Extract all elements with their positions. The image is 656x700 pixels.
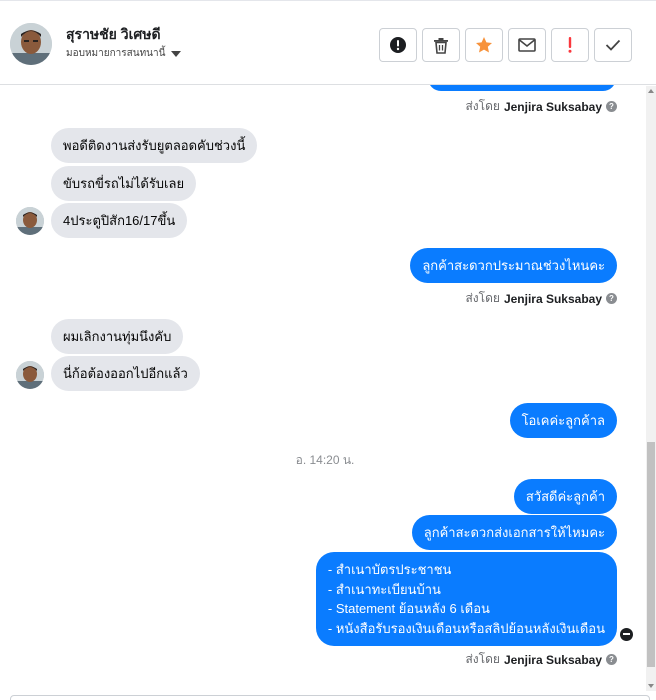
list-item: - Statement ย้อนหลัง 6 เดือน (327, 601, 490, 616)
star-icon (476, 37, 492, 53)
incoming-message: ขับรถขี่รถไม่ได้รับเลย (51, 166, 197, 201)
sent-by-label: ส่งโดย Jenjira Suksabay ? (465, 289, 617, 308)
contact-avatar-small (16, 361, 44, 389)
assign-label: มอบหมายการสนทนานี้ (66, 48, 166, 59)
mark-unread-button[interactable] (508, 28, 546, 62)
mark-done-button[interactable] (594, 28, 632, 62)
avatar-image (10, 23, 52, 65)
sent-by-prefix: ส่งโดย (465, 291, 500, 305)
scrollbar[interactable] (646, 86, 656, 691)
list-item: - สำเนาบัตรประชาชน (327, 562, 452, 577)
sent-by-prefix: ส่งโดย (465, 99, 500, 113)
caret-down-icon (171, 50, 182, 57)
list-item: - สำเนาทะเบียนบ้าน (327, 581, 441, 597)
contact-avatar-small (16, 207, 44, 235)
outgoing-message: สวัสดีค่ะลูกค้า (513, 479, 617, 514)
avatar-image (16, 361, 44, 389)
assign-conversation-dropdown[interactable]: มอบหมายการสนทนานี้ (66, 46, 182, 61)
outgoing-message-list: - สำเนาบัตรประชาชน - สำเนาทะเบียนบ้าน - … (315, 552, 617, 646)
help-icon[interactable]: ? (606, 654, 617, 665)
envelope-icon (518, 38, 536, 52)
sent-by-prefix: ส่งโดย (465, 652, 500, 666)
exclamation-circle-icon (390, 37, 406, 53)
message-thread[interactable]: ส่งโดย Jenjira Suksabay ? พอดีติดงานส่งร… (0, 85, 645, 695)
sent-by-label: ส่งโดย Jenjira Suksabay ? (465, 650, 617, 669)
incoming-message: ผมเลิกงานทุ่มนึงคับ (51, 319, 184, 354)
spam-button[interactable] (379, 28, 417, 62)
trash-icon (434, 37, 448, 54)
sent-by-label: ส่งโดย Jenjira Suksabay ? (465, 97, 617, 116)
message-composer[interactable] (10, 695, 650, 700)
help-icon[interactable]: ? (606, 101, 617, 112)
incoming-message: นี่ก้อต้องออกไปอีกแล้ว (51, 356, 200, 391)
contact-avatar[interactable] (10, 23, 52, 65)
contact-name[interactable]: สุราษชัย วิเศษดี (66, 24, 161, 46)
seen-indicator-icon (620, 628, 633, 641)
sent-by-agent: Jenjira Suksabay (503, 652, 602, 667)
scroll-up-icon[interactable] (648, 89, 654, 93)
outgoing-message: ลูกค้าสะดวกประมาณช่วงไหนคะ (410, 248, 617, 283)
exclamation-icon (568, 37, 572, 53)
delete-button[interactable] (422, 28, 460, 62)
sent-by-agent: Jenjira Suksabay (503, 99, 602, 114)
outgoing-message: ลูกค้าสะดวกส่งเอกสารให้ไหมคะ (411, 515, 617, 550)
scroll-thumb[interactable] (647, 442, 655, 667)
avatar-image (16, 207, 44, 235)
sent-by-agent: Jenjira Suksabay (503, 291, 602, 306)
list-item: - หนังสือรับรองเงินเดือนหรือสลิปย้อนหลัง… (327, 620, 605, 636)
follow-up-button[interactable] (551, 28, 589, 62)
checkmark-icon (605, 39, 621, 51)
star-button[interactable] (465, 28, 503, 62)
conversation-header: สุราษชัย วิเศษดี มอบหมายการสนทนานี้ (0, 0, 656, 85)
message-timestamp: อ. 14:20 น. (295, 453, 355, 467)
conversation-actions (379, 28, 632, 62)
scroll-down-icon[interactable] (648, 684, 654, 688)
outgoing-message-partial (428, 85, 616, 91)
help-icon[interactable]: ? (606, 293, 617, 304)
incoming-message: พอดีติดงานส่งรับยูตลอดคับช่วงนี้ (51, 128, 258, 163)
outgoing-message: โอเคค่ะลูกค้าล (509, 403, 617, 438)
incoming-message: 4ประตูปิสัก16/17ขึ้น (51, 203, 188, 238)
